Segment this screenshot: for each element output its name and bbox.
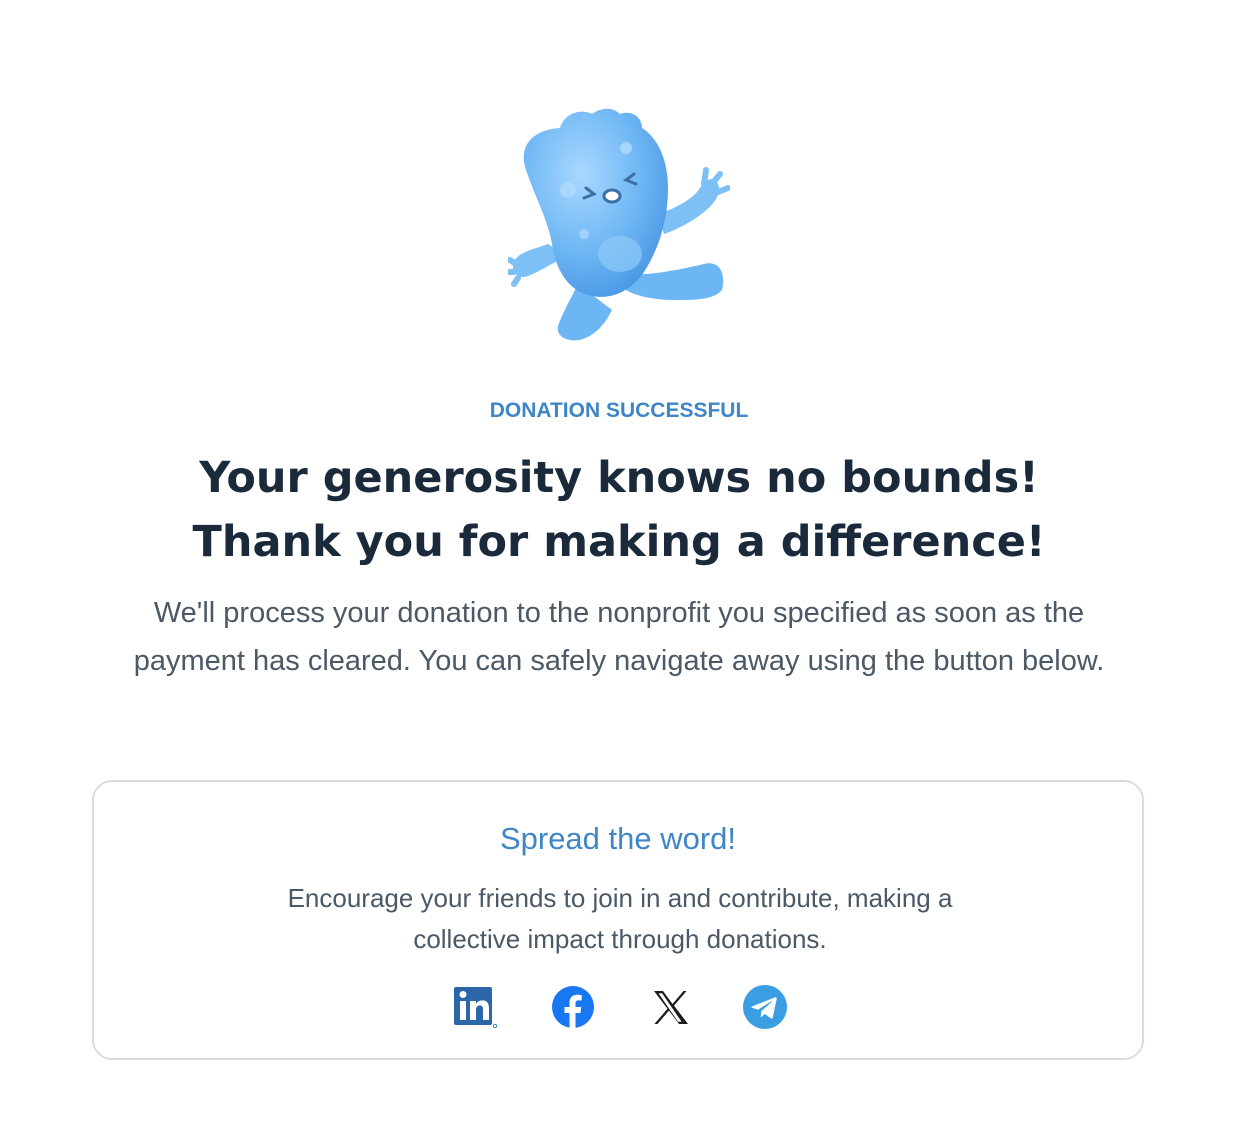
share-description: Encourage your friends to join in and co… [287,883,953,954]
headline-line-2: Thank you for making a difference! [192,517,1046,567]
x-icon [654,991,688,1024]
facebook-icon [552,986,594,1028]
headline-line-1: Your generosity knows no bounds! [199,453,1039,503]
donation-status-label: DONATION SUCCESSFUL [489,399,749,422]
water-drop-mascot-icon [505,108,731,341]
linkedin-share-button[interactable] [452,984,498,1030]
facebook-share-button[interactable] [550,984,596,1030]
mascot-illustration [505,104,731,346]
telegram-share-button[interactable] [742,984,788,1030]
share-title: Spread the word! [499,821,737,856]
page-headline: Your generosity knows no bounds! Thank y… [0,446,1238,574]
x-share-button[interactable] [646,984,692,1030]
share-card: Spread the word! Encourage your friends … [92,780,1144,1060]
share-icons-row [94,984,1142,1030]
confirmation-message: We'll process your donation to the nonpr… [133,597,1105,677]
linkedin-icon [454,987,498,1029]
telegram-icon [743,985,787,1029]
